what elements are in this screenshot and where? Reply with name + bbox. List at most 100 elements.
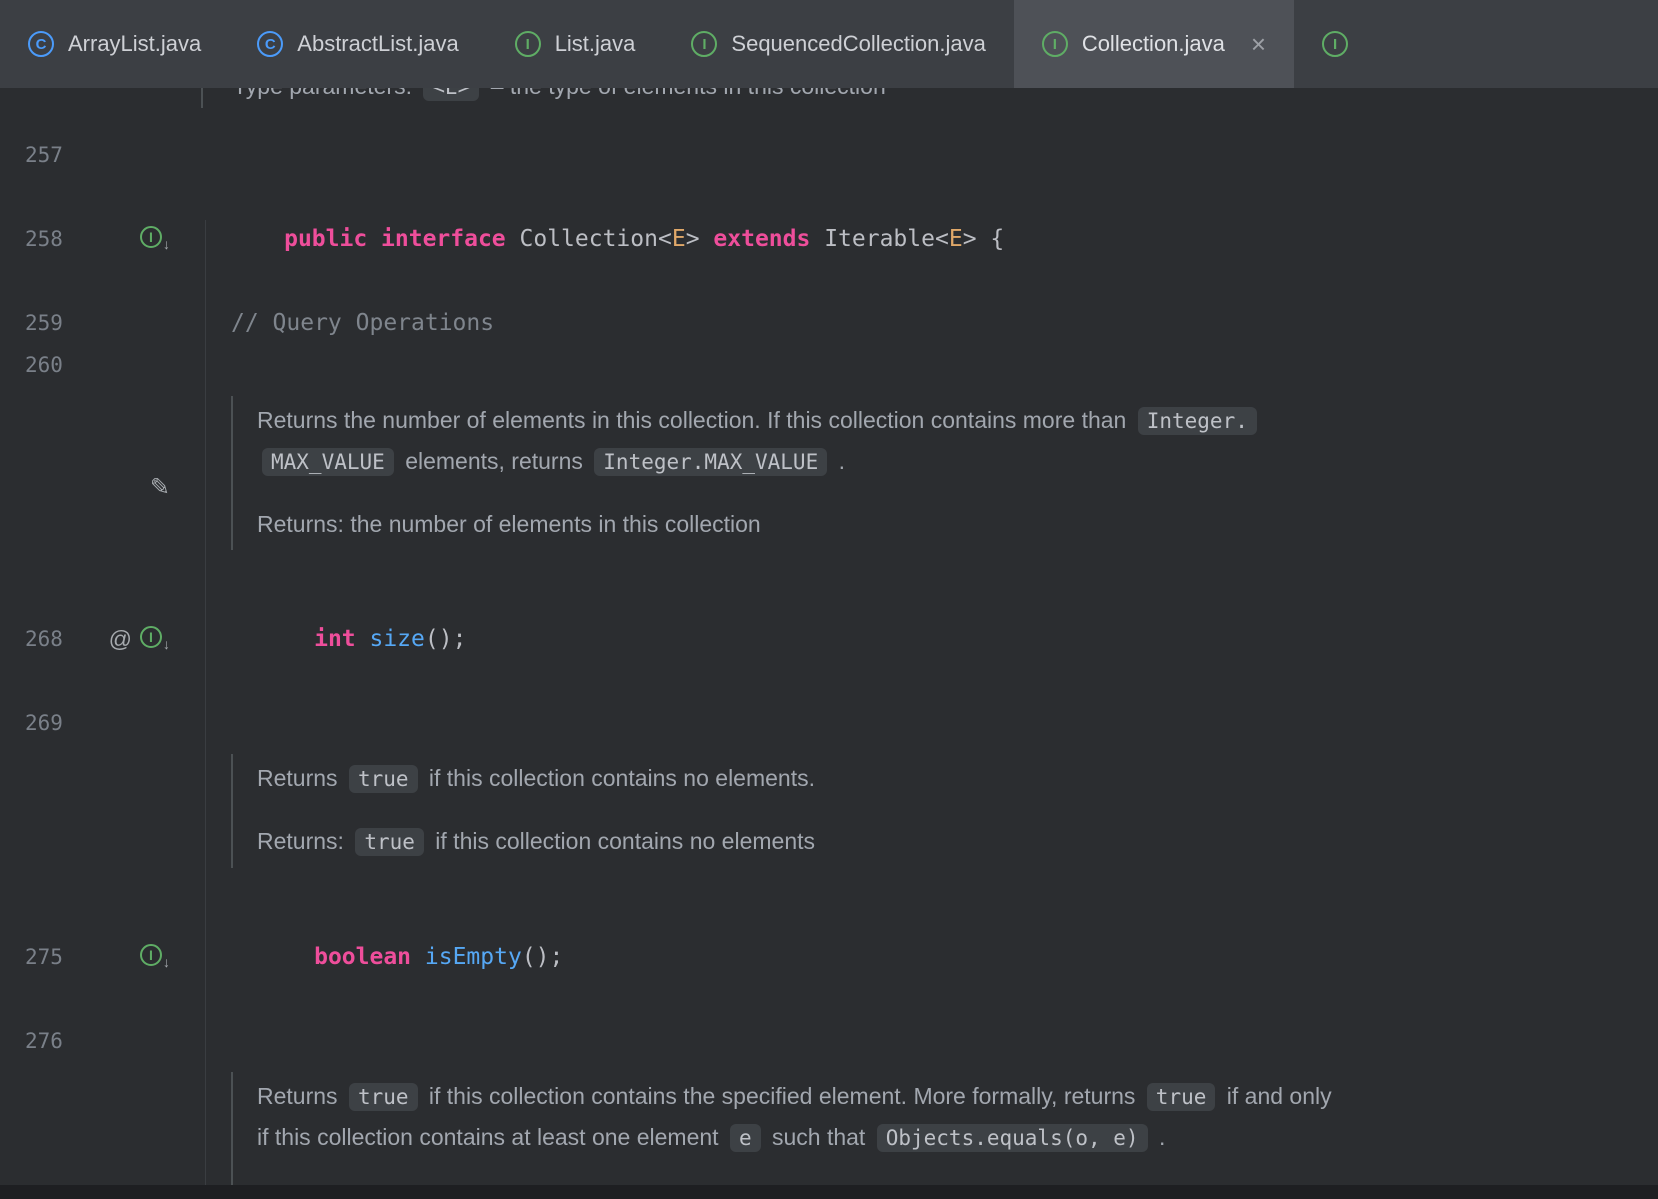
doc-text: such that <box>772 1124 865 1150</box>
doc-label: Returns: <box>257 511 344 537</box>
line-number[interactable]: 268 <box>25 627 77 651</box>
gutter <box>0 88 196 108</box>
implementations-gutter-icon[interactable]: I↓ <box>140 626 170 652</box>
tab-label: List.java <box>555 31 636 57</box>
tab-label: AbstractList.java <box>297 31 458 57</box>
bottom-panel-edge <box>0 1185 1658 1199</box>
code-chip: e <box>730 1124 761 1152</box>
doc-returns: Returns: the number of elements in this … <box>257 504 1608 544</box>
doc-block-border: Type parameters: <E> – the type of eleme… <box>201 88 1658 108</box>
code-line-275[interactable]: 275 I↓ boolean isEmpty(); <box>0 894 1658 1020</box>
doc-block-contains: Returns true if this collection contains… <box>0 1062 1658 1185</box>
doc-text: Returns the number of elements in this c… <box>257 407 1126 433</box>
type-param: E <box>949 226 963 252</box>
doc-label: Returns: <box>257 828 344 854</box>
doc-block-isempty: Returns true if this collection contains… <box>0 744 1658 894</box>
editor-tab-bar: C ArrayList.java C AbstractList.java I L… <box>0 0 1658 88</box>
doc-text: – the type of elements in this collectio… <box>491 88 886 99</box>
class-icon: C <box>257 31 283 57</box>
code-editor[interactable]: Type parameters: <E> – the type of eleme… <box>0 88 1658 1185</box>
clipped-doc-line: Type parameters: <E> – the type of eleme… <box>0 88 1658 108</box>
doc-text: Returns <box>257 1083 338 1109</box>
tab-partial[interactable]: I <box>1294 0 1390 88</box>
edit-comment-icon[interactable]: ✎ <box>150 473 170 502</box>
code-line-258[interactable]: 258 I↓ public interface Collection<E> ex… <box>0 176 1658 302</box>
doc-text: the number of elements in this collectio… <box>350 511 760 537</box>
code-chip: true <box>355 828 424 856</box>
code-chip: true <box>1147 1083 1216 1111</box>
punct: > <box>963 226 991 252</box>
punct: { <box>990 226 1004 252</box>
comment: // Query Operations <box>231 310 494 336</box>
code-line-259[interactable]: 259 // Query Operations <box>0 302 1658 344</box>
interface-icon: I <box>1322 31 1348 57</box>
tab-label: SequencedCollection.java <box>731 31 985 57</box>
doc-text: Returns <box>257 765 338 791</box>
tab-arraylist[interactable]: C ArrayList.java <box>0 0 229 88</box>
implementations-gutter-icon[interactable]: I↓ <box>140 226 170 252</box>
code-line-257[interactable]: 257 <box>0 134 1658 176</box>
class-icon: C <box>28 31 54 57</box>
interface-icon: I <box>691 31 717 57</box>
method-name: size <box>369 626 424 652</box>
tab-sequencedcollection[interactable]: I SequencedCollection.java <box>663 0 1013 88</box>
down-arrow-icon: ↓ <box>163 954 170 970</box>
doc-text: Type parameters: <box>233 88 412 99</box>
doc-text: if this collection contains no elements. <box>429 765 815 791</box>
implementations-gutter-icon[interactable]: I↓ <box>140 944 170 970</box>
tab-abstractlist[interactable]: C AbstractList.java <box>229 0 486 88</box>
doc-text: . <box>1159 1124 1165 1150</box>
line-number[interactable]: 276 <box>25 1029 77 1053</box>
interface-icon: I <box>140 944 162 966</box>
code-chip: Objects.equals(o, e) <box>877 1124 1148 1152</box>
punct: (); <box>425 626 467 652</box>
interface-icon: I <box>140 626 162 648</box>
keyword: boolean <box>314 944 425 970</box>
code-chip: <E> <box>423 88 479 101</box>
tab-collection-active[interactable]: I Collection.java × <box>1014 0 1294 88</box>
line-number[interactable]: 275 <box>25 945 77 969</box>
punct: (); <box>522 944 564 970</box>
type-name: Collection <box>520 226 658 252</box>
code-chip: true <box>349 1083 418 1111</box>
line-number[interactable]: 258 <box>25 227 77 251</box>
annotation-gutter-icon[interactable]: @ <box>109 626 132 653</box>
doc-text: if this collection contains no elements <box>435 828 815 854</box>
code-line-268[interactable]: 268 @ I↓ int size(); <box>0 576 1658 702</box>
down-arrow-icon: ↓ <box>163 236 170 252</box>
tab-label: Collection.java <box>1082 31 1225 57</box>
keyword: public interface <box>284 226 519 252</box>
close-icon[interactable]: × <box>1251 31 1266 57</box>
type-param: E <box>672 226 686 252</box>
keyword: extends <box>713 226 824 252</box>
code-line-269[interactable]: 269 <box>0 702 1658 744</box>
interface-icon: I <box>140 226 162 248</box>
code-line-260[interactable]: 260 <box>0 344 1658 386</box>
code-chip: Integer.MAX_VALUE <box>594 448 827 476</box>
code-line-276[interactable]: 276 <box>0 1020 1658 1062</box>
line-number[interactable]: 257 <box>25 143 77 167</box>
doc-returns: Returns: true if this collection contain… <box>257 821 1608 862</box>
tab-list[interactable]: I List.java <box>487 0 664 88</box>
interface-icon: I <box>1042 31 1068 57</box>
doc-text: . <box>839 448 845 474</box>
line-number[interactable]: 269 <box>25 711 77 735</box>
type-name: Iterable <box>824 226 935 252</box>
down-arrow-icon: ↓ <box>163 636 170 652</box>
doc-text: if and only <box>1227 1083 1332 1109</box>
doc-paragraph: Returns the number of elements in this c… <box>257 400 1608 482</box>
doc-text: if this collection contains at least one… <box>257 1124 719 1150</box>
doc-text: if this collection contains the specifie… <box>429 1083 1136 1109</box>
doc-block-size: ✎ Returns the number of elements in this… <box>0 386 1658 576</box>
interface-icon: I <box>515 31 541 57</box>
line-number[interactable]: 260 <box>25 353 77 377</box>
punct: < <box>935 226 949 252</box>
doc-paragraph: Returns true if this collection contains… <box>257 1076 1608 1158</box>
line-number[interactable]: 259 <box>25 311 77 335</box>
doc-params: Params: o – element whose presence in th… <box>257 1180 1608 1185</box>
tab-label: ArrayList.java <box>68 31 201 57</box>
doc-text: elements, returns <box>405 448 583 474</box>
punct: < <box>658 226 672 252</box>
keyword: int <box>314 626 369 652</box>
doc-paragraph: Returns true if this collection contains… <box>257 758 1608 799</box>
